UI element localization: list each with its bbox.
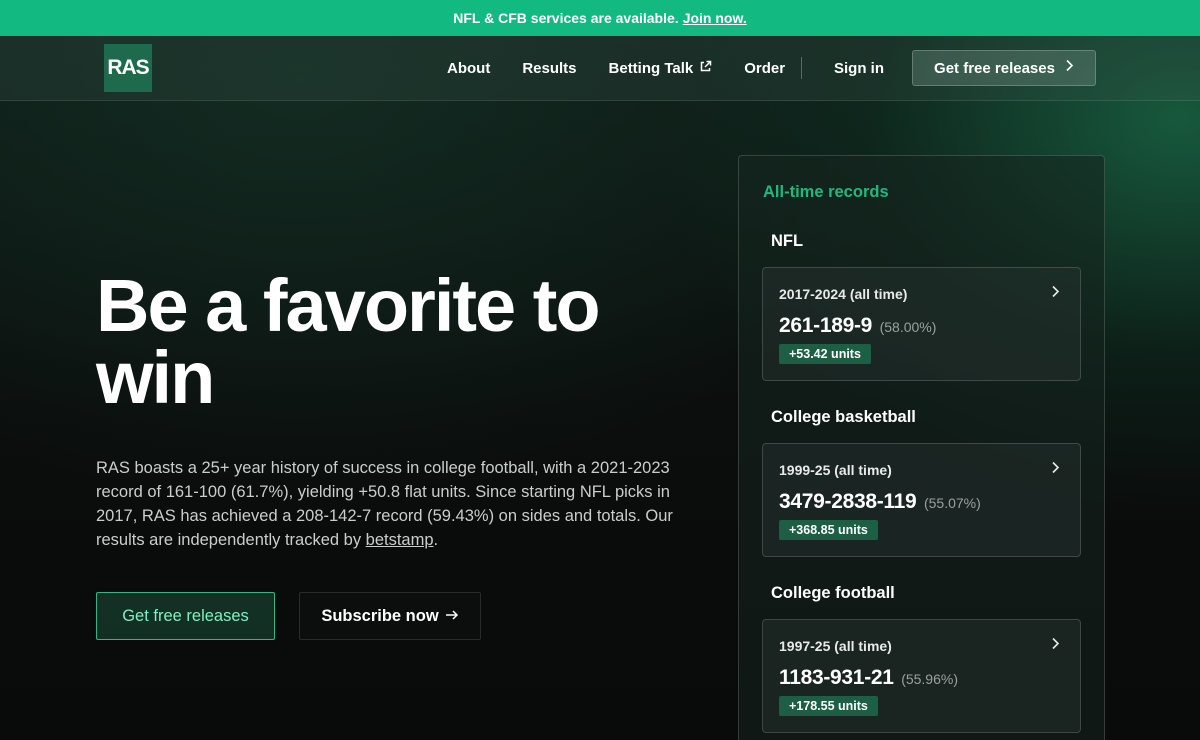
nav-link-results[interactable]: Results — [522, 60, 576, 77]
record-wl: 261-189-9 — [779, 314, 873, 337]
record-percentage: (55.07%) — [923, 495, 981, 511]
nav-link-betting-talk[interactable]: Betting Talk — [609, 60, 713, 77]
nav-get-free-releases-button[interactable]: Get free releases — [912, 50, 1096, 86]
betstamp-link[interactable]: betstamp — [366, 531, 434, 549]
announcement-bar: NFL & CFB services are available. Join n… — [0, 0, 1200, 36]
chevron-right-icon — [1051, 283, 1060, 303]
nav-link-order[interactable]: Order — [744, 60, 785, 77]
hero-title: Be a favorite to win — [96, 264, 601, 419]
units-badge: +53.42 units — [779, 344, 871, 364]
record-period: 1997-25 (all time) — [779, 638, 892, 654]
arrow-right-icon — [445, 607, 459, 626]
nav-link-betting-talk-label: Betting Talk — [608, 59, 694, 77]
all-time-records-panel: All-time records NFL 2017-2024 (all time… — [738, 155, 1105, 740]
external-link-icon — [699, 60, 712, 76]
record-value: 261-189-9 (58.00%) — [779, 314, 936, 338]
hero-description-end: . — [433, 531, 439, 549]
subscribe-now-button[interactable]: Subscribe now — [299, 592, 481, 640]
record-value: 1183-931-21 (55.96%) — [779, 666, 958, 690]
sport-title-college-football: College football — [771, 584, 895, 602]
units-badge: +368.85 units — [779, 520, 878, 540]
announcement-text: NFL & CFB services are available. — [453, 10, 679, 26]
record-period: 1999-25 (all time) — [779, 462, 892, 478]
record-card-nfl[interactable]: 2017-2024 (all time) 261-189-9 (58.00%) … — [762, 267, 1081, 381]
subscribe-now-label: Subscribe now — [321, 606, 439, 625]
nav-links: About Results Betting Talk Order — [447, 36, 817, 100]
chevron-right-icon — [1065, 59, 1074, 77]
record-wl: 3479-2838-119 — [779, 490, 917, 513]
nav-cta-label: Get free releases — [934, 59, 1055, 77]
get-free-releases-button[interactable]: Get free releases — [96, 592, 275, 640]
records-title: All-time records — [763, 183, 889, 201]
join-now-link[interactable]: Join now. — [683, 10, 747, 26]
record-period: 2017-2024 (all time) — [779, 286, 908, 302]
record-percentage: (55.96%) — [901, 671, 958, 687]
units-badge: +178.55 units — [779, 696, 878, 716]
sign-in-link[interactable]: Sign in — [834, 36, 884, 100]
hero-description: RAS boasts a 25+ year history of success… — [96, 456, 676, 552]
record-wl: 1183-931-21 — [779, 666, 894, 689]
sport-title-nfl: NFL — [771, 232, 804, 250]
chevron-right-icon — [1051, 459, 1060, 479]
chevron-right-icon — [1051, 635, 1060, 655]
sport-title-college-basketball: College basketball — [771, 408, 916, 426]
record-card-college-basketball[interactable]: 1999-25 (all time) 3479-2838-119 (55.07%… — [762, 443, 1081, 557]
top-nav: RAS About Results Betting Talk Order Sig… — [0, 36, 1200, 101]
record-value: 3479-2838-119 (55.07%) — [779, 490, 981, 514]
nav-divider — [801, 57, 802, 79]
record-card-college-football[interactable]: 1997-25 (all time) 1183-931-21 (55.96%) … — [762, 619, 1081, 733]
record-percentage: (58.00%) — [879, 319, 937, 335]
nav-link-about[interactable]: About — [447, 60, 490, 77]
ras-logo[interactable]: RAS — [104, 44, 152, 92]
